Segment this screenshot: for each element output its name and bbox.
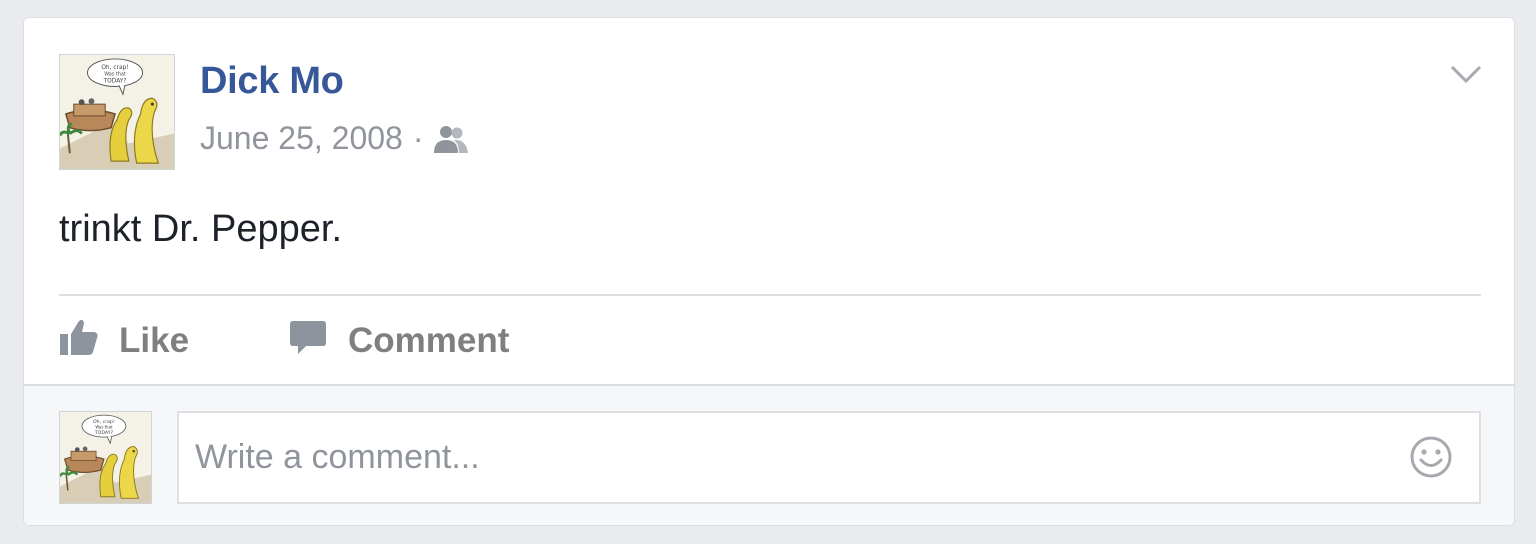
comment-button[interactable]: Comment <box>288 316 509 366</box>
divider <box>59 294 1481 296</box>
cartoon-dinosaurs-ark-avatar: Oh, crap! Was that TODAY? <box>60 412 151 503</box>
cartoon-dinosaurs-ark-avatar: Oh, crap! Was that TODAY? <box>60 55 174 169</box>
svg-text:TODAY?: TODAY? <box>94 430 114 436</box>
post-text: trinkt Dr. Pepper. <box>59 208 343 250</box>
comment-label: Comment <box>348 321 510 360</box>
comment-input[interactable] <box>179 426 1377 489</box>
svg-text:Was that: Was that <box>95 424 113 429</box>
post-card: Oh, crap! Was that TODAY? Dick Mo June 2… <box>23 17 1515 526</box>
friends-icon[interactable] <box>432 123 470 155</box>
smiley-icon[interactable] <box>1409 435 1453 479</box>
svg-text:Was that: Was that <box>104 72 126 78</box>
speech-bubble-icon <box>288 317 328 366</box>
author-avatar[interactable]: Oh, crap! Was that TODAY? <box>59 54 175 170</box>
comment-field[interactable] <box>177 411 1481 504</box>
current-user-avatar[interactable]: Oh, crap! Was that TODAY? <box>59 411 152 504</box>
like-label: Like <box>119 321 190 360</box>
chevron-down-icon[interactable] <box>1448 62 1484 86</box>
like-button[interactable]: Like <box>59 316 189 366</box>
post-meta: June 25, 2008 · <box>200 120 470 157</box>
meta-separator: · <box>412 120 424 156</box>
author-name-link[interactable]: Dick Mo <box>200 60 344 103</box>
thumbs-up-icon <box>59 317 99 366</box>
svg-text:Oh, crap!: Oh, crap! <box>101 65 128 71</box>
post-date[interactable]: June 25, 2008 <box>200 120 403 157</box>
svg-text:TODAY?: TODAY? <box>103 79 127 85</box>
